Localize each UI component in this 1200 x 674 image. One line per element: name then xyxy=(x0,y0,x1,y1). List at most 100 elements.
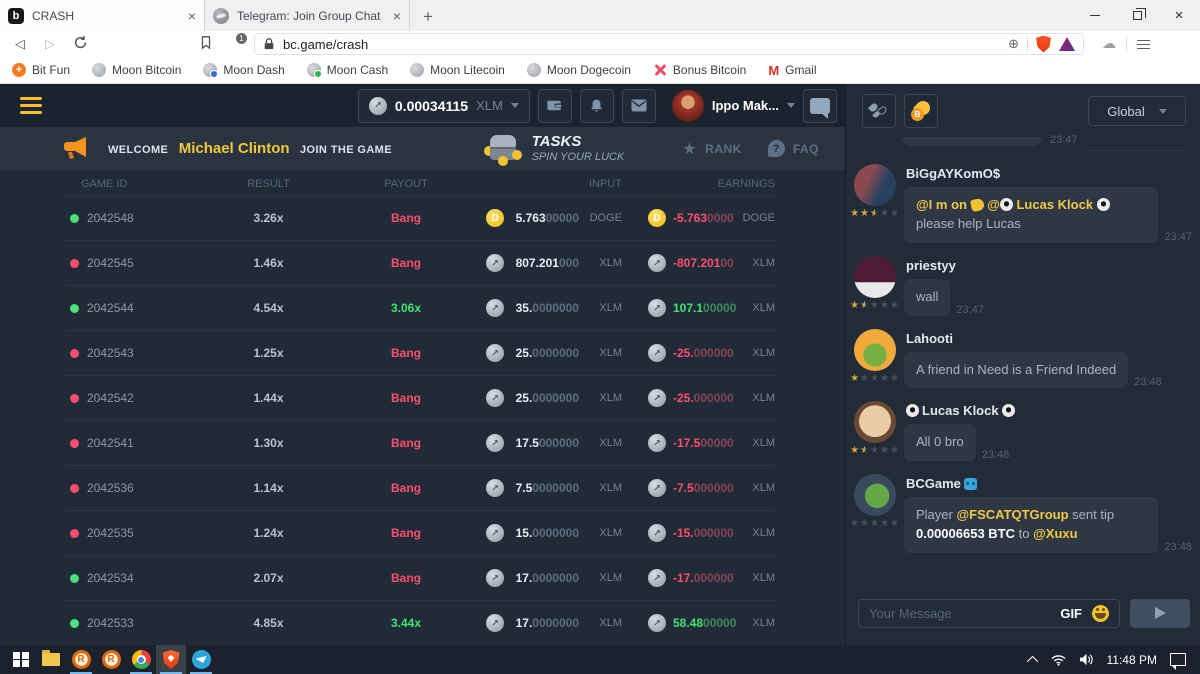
table-row[interactable]: 2042542 1.44x Bang 25.0000000 XLM xyxy=(66,375,775,420)
message-time: 23:47 xyxy=(1164,231,1192,243)
tab-crash[interactable]: b CRASH × xyxy=(0,0,205,31)
message-username[interactable]: BCGame xyxy=(906,476,1192,491)
message-username[interactable]: Lahooti xyxy=(906,331,1192,346)
gif-button[interactable]: GIF xyxy=(1060,606,1082,621)
bookmark-moon-bitcoin[interactable]: Moon Bitcoin xyxy=(92,63,181,77)
table-row[interactable]: 2042534 2.07x Bang 17.0000000 XLM xyxy=(66,555,775,600)
user-menu[interactable]: Ippo Mak... xyxy=(672,90,795,122)
chat-messages[interactable]: 23:47 ★★★★★ BiGgAYKomO$ xyxy=(846,130,1200,593)
coin-icon xyxy=(486,254,504,272)
message-input-box[interactable]: GIF xyxy=(858,599,1120,628)
bookmark-manager-icon[interactable] xyxy=(196,35,216,53)
chrome-button[interactable] xyxy=(126,645,156,674)
avatar[interactable] xyxy=(854,329,896,371)
chat-message: ★★★★★ Lucas Klock All 0 bro 23:48 xyxy=(852,401,1192,461)
rank-button[interactable]: ★ RANK xyxy=(682,139,742,158)
table-row[interactable]: 2042545 1.46x Bang 807.201000 XLM xyxy=(66,240,775,285)
bookmark-gmail[interactable]: MGmail xyxy=(768,63,816,78)
start-button[interactable] xyxy=(6,645,36,674)
sync-cloud-icon[interactable]: ☁ xyxy=(1102,36,1116,52)
message-time: 23:48 xyxy=(982,449,1010,461)
chat-toggle-button[interactable] xyxy=(803,89,837,123)
forward-button[interactable]: ▷ xyxy=(40,36,60,52)
bookmark-moon-cash[interactable]: Moon Cash xyxy=(307,63,388,77)
message-username[interactable]: Lucas Klock xyxy=(906,403,1192,418)
status-dot xyxy=(70,574,79,583)
bookmark-moon-dash[interactable]: Moon Dash xyxy=(203,63,284,77)
speaker-icon[interactable] xyxy=(1079,653,1094,666)
close-button[interactable]: × xyxy=(1158,0,1200,31)
coin-icon xyxy=(486,299,504,317)
earnings-currency: DOGE xyxy=(741,212,775,224)
bookmark-moon-litecoin[interactable]: Moon Litecoin xyxy=(410,63,505,77)
earnings-currency: XLM xyxy=(741,347,775,359)
send-button[interactable] xyxy=(1130,599,1190,628)
coin-drop-button[interactable]: B xyxy=(904,94,938,128)
faq-button[interactable]: ? FAQ xyxy=(768,140,819,157)
coin-icon xyxy=(648,479,666,497)
result-cell: 1.14x xyxy=(211,481,326,495)
status-dot xyxy=(70,259,79,268)
new-tab-button[interactable]: + xyxy=(414,3,442,31)
balance-selector[interactable]: 0.00034115 XLM xyxy=(358,89,530,123)
message-input[interactable] xyxy=(869,606,1050,621)
file-explorer-button[interactable] xyxy=(36,645,66,674)
tasks-widget[interactable]: TASKS SPIN YOUR LUCK xyxy=(484,134,625,164)
wallet-button[interactable] xyxy=(538,89,572,123)
message-username[interactable]: BiGgAYKomO$ xyxy=(906,166,1192,181)
bookmark-bonus-bitcoin[interactable]: Bonus Bitcoin xyxy=(653,63,746,77)
chat-room-selector[interactable]: Global xyxy=(1088,96,1186,126)
table-row[interactable]: 2042535 1.24x Bang 15.0000000 XLM xyxy=(66,510,775,555)
bat-rewards-icon[interactable] xyxy=(1059,37,1075,51)
treasure-chest-icon xyxy=(484,134,522,164)
url-text[interactable]: bc.game/crash xyxy=(283,37,1000,52)
game-id: 2042535 xyxy=(87,526,134,540)
user-rating-stars: ★★★★★ xyxy=(850,518,900,529)
chrome-icon xyxy=(132,650,151,669)
clock[interactable]: 11:48 PM xyxy=(1107,653,1157,667)
bookmarks-bar: +Bit Fun Moon Bitcoin Moon Dash Moon Cas… xyxy=(0,57,1200,84)
wifi-icon[interactable] xyxy=(1051,654,1066,666)
avatar[interactable] xyxy=(854,164,896,206)
site-menu-icon[interactable] xyxy=(20,97,42,114)
chat-message: ★★★★★ BCGame Player @FSCATQTGroup sent t… xyxy=(852,474,1192,553)
browser-menu-icon[interactable] xyxy=(1137,40,1150,49)
rain-button[interactable] xyxy=(862,94,896,128)
close-tab-icon[interactable]: × xyxy=(188,8,196,24)
brave-shield-icon[interactable] xyxy=(1036,36,1051,53)
table-row[interactable]: 2042543 1.25x Bang 25.0000000 XLM xyxy=(66,330,775,375)
tab-telegram[interactable]: Telegram: Join Group Chat × xyxy=(205,0,410,31)
avatar[interactable] xyxy=(854,256,896,298)
maximize-button[interactable] xyxy=(1116,0,1158,31)
table-row[interactable]: 2042544 4.54x 3.06x 35.0000000 XLM xyxy=(66,285,775,330)
close-tab-icon[interactable]: × xyxy=(393,8,401,24)
action-center-icon[interactable] xyxy=(1170,653,1186,666)
table-row[interactable]: 2042533 4.85x 3.44x 17.0000000 XLM xyxy=(66,600,775,645)
notifications-button[interactable] xyxy=(580,89,614,123)
maximize-icon xyxy=(1133,11,1142,20)
avatar[interactable] xyxy=(854,474,896,516)
table-row[interactable]: 2042541 1.30x Bang 17.5000000 XLM xyxy=(66,420,775,465)
telegram-button[interactable] xyxy=(186,645,216,674)
bookmark-bitfun[interactable]: +Bit Fun xyxy=(12,63,70,77)
back-button[interactable]: ◁ xyxy=(10,36,30,52)
address-bar[interactable]: bc.game/crash ⊕ xyxy=(254,33,1084,55)
avatar[interactable] xyxy=(854,401,896,443)
table-row[interactable]: 2042548 3.26x Bang 5.76300000 DOGE xyxy=(66,195,775,240)
app-r1-button[interactable]: R xyxy=(66,645,96,674)
coin-favicon xyxy=(203,63,217,77)
earnings-currency: XLM xyxy=(741,482,775,494)
circled-plus-icon[interactable]: ⊕ xyxy=(1008,36,1019,52)
brave-button[interactable] xyxy=(156,645,186,674)
table-row[interactable]: 2042536 1.14x Bang 7.50000000 XLM xyxy=(66,465,775,510)
messages-button[interactable] xyxy=(622,89,656,123)
message-username[interactable]: priestyy xyxy=(906,258,1192,273)
emoji-picker-icon[interactable] xyxy=(1092,605,1109,622)
earnings-cell: -25.000000 XLM xyxy=(648,389,775,407)
bookmark-moon-dogecoin[interactable]: Moon Dogecoin xyxy=(527,63,631,77)
app-r2-button[interactable]: R xyxy=(96,645,126,674)
input-currency: DOGE xyxy=(586,212,622,224)
tray-expand-icon[interactable] xyxy=(1026,655,1037,666)
minimize-button[interactable] xyxy=(1074,0,1116,31)
reload-button[interactable] xyxy=(70,35,90,53)
